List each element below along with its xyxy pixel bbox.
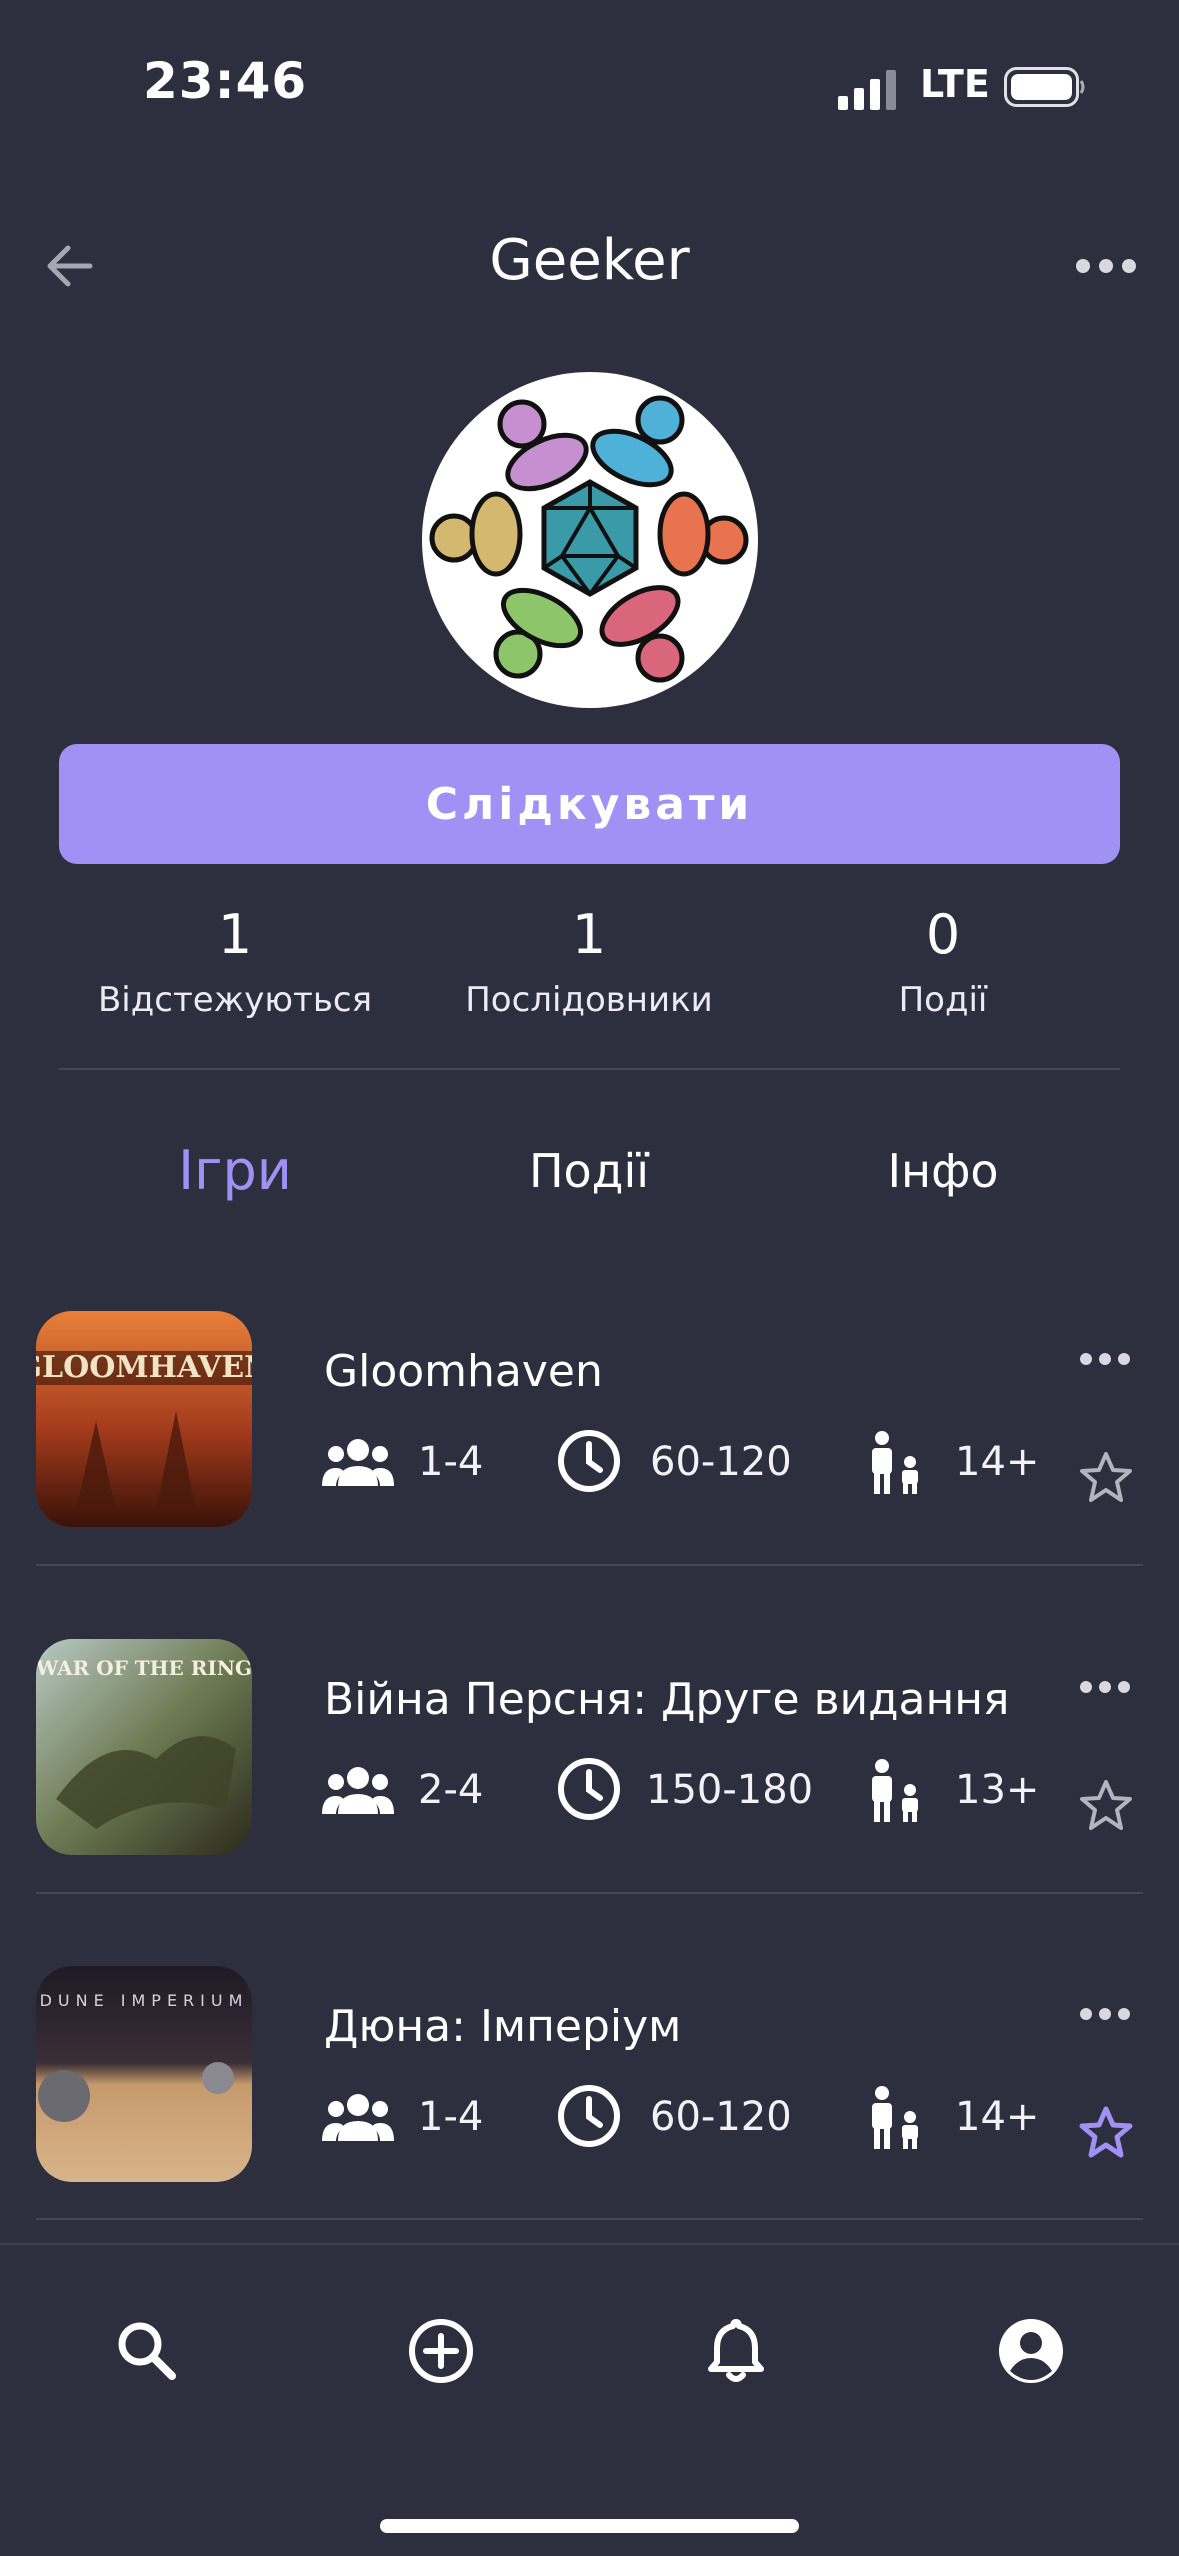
age-rating: 14+	[955, 2094, 1040, 2140]
game-title[interactable]: Дюна: Імперіум	[324, 1997, 681, 2057]
stat-following[interactable]: 1 Відстежуються	[55, 900, 415, 1030]
tab-games[interactable]: Ігри	[55, 1136, 415, 1206]
tab-events[interactable]: Події	[409, 1136, 769, 1206]
stat-value: 1	[217, 903, 253, 966]
play-time: 150-180	[646, 1767, 814, 1813]
age-icon	[872, 2086, 918, 2149]
star-favorite-icon[interactable]	[1078, 2105, 1134, 2161]
clock-icon	[558, 1430, 620, 1492]
avatar	[422, 372, 758, 708]
players-count: 2-4	[418, 1767, 484, 1813]
players-icon	[322, 2094, 394, 2141]
age-icon	[872, 1759, 918, 1822]
search-icon[interactable]	[112, 2316, 182, 2386]
tab-info[interactable]: Інфо	[763, 1136, 1123, 1206]
players-icon	[322, 1439, 394, 1486]
bell-icon[interactable]	[701, 2316, 771, 2386]
star-outline-icon[interactable]	[1078, 1778, 1134, 1834]
more-options-icon[interactable]	[1075, 256, 1137, 276]
more-options-icon[interactable]	[1080, 2006, 1130, 2022]
players-count: 1-4	[418, 1439, 484, 1485]
more-options-icon[interactable]	[1080, 1679, 1130, 1695]
age-rating: 14+	[955, 1439, 1040, 1485]
follow-button[interactable]: Слідкувати	[59, 744, 1120, 864]
page-title: Geeker	[489, 228, 690, 293]
battery-icon	[1004, 67, 1085, 107]
signal-icon	[838, 70, 896, 110]
age-icon	[872, 1431, 918, 1494]
home-indicator	[380, 2519, 799, 2533]
game-title[interactable]: Gloomhaven	[324, 1342, 603, 1402]
players-icon	[322, 1767, 394, 1814]
star-outline-icon[interactable]	[1078, 1450, 1134, 1506]
game-thumbnail[interactable]: WAR OF THE RING	[36, 1639, 252, 1855]
thumb-title: WAR OF THE RING	[36, 1656, 252, 1680]
stat-label: Події	[898, 980, 988, 1020]
divider	[36, 1892, 1143, 1894]
stat-label: Відстежуються	[97, 980, 373, 1020]
clock-icon	[558, 2085, 620, 2147]
thumb-title: DUNE IMPERIUM	[40, 1991, 249, 2010]
stat-value: 1	[571, 903, 607, 966]
stat-events[interactable]: 0 Події	[763, 900, 1123, 1030]
play-time: 60-120	[650, 2094, 792, 2140]
divider	[36, 2218, 1143, 2220]
game-thumbnail[interactable]: GLOOMHAVEN	[36, 1311, 252, 1527]
age-rating: 13+	[955, 1767, 1040, 1813]
play-time: 60-120	[650, 1439, 792, 1485]
more-options-icon[interactable]	[1080, 1351, 1130, 1367]
clock-icon	[558, 1758, 620, 1820]
stat-label: Послідовники	[465, 980, 713, 1020]
game-title[interactable]: Війна Персня: Друге видання	[324, 1670, 1009, 1730]
status-time: 23:46	[143, 52, 308, 110]
thumb-title: GLOOMHAVEN	[36, 1350, 252, 1385]
game-thumbnail[interactable]: DUNE IMPERIUM	[36, 1966, 252, 2182]
players-count: 1-4	[418, 2094, 484, 2140]
divider	[36, 1564, 1143, 1566]
community-logo-icon	[429, 395, 749, 683]
add-circle-icon[interactable]	[406, 2316, 476, 2386]
stat-followers[interactable]: 1 Послідовники	[409, 900, 769, 1030]
stat-value: 0	[925, 903, 961, 966]
network-type: LTE	[920, 62, 990, 106]
account-icon[interactable]	[996, 2316, 1066, 2386]
divider	[59, 1068, 1120, 1070]
bottom-navigation	[0, 2243, 1179, 2556]
